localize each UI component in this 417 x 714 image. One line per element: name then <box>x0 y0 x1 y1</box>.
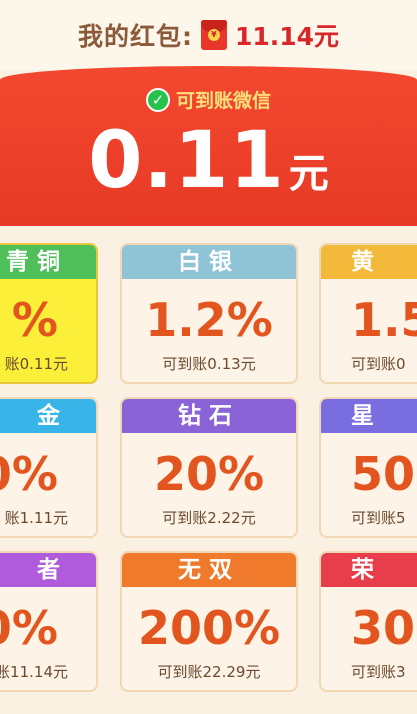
tier-payout: 可到账0 <box>351 355 406 373</box>
tier-payout: 账1.11元 <box>4 509 68 527</box>
tier-title: 者 <box>0 553 96 587</box>
tier-rate: 0% <box>0 447 58 501</box>
tier-card-king[interactable]: 者 0% 账11.14元 <box>0 551 98 692</box>
tier-title: 金 <box>0 399 96 433</box>
withdraw-amount-unit: 元 <box>288 151 329 197</box>
tier-rate: % <box>11 293 58 347</box>
tier-payout: 可到账2.22元 <box>162 509 256 527</box>
tier-payout: 可到账0.13元 <box>162 355 256 373</box>
tier-title: 星 <box>321 399 417 433</box>
tier-rate: 1.5 <box>351 293 417 347</box>
wechat-target-text: 可到账微信 <box>175 90 271 112</box>
tier-rate: 1.2% <box>145 293 273 347</box>
tier-payout: 账11.14元 <box>0 663 68 681</box>
tier-payout: 账0.11元 <box>4 355 68 373</box>
tier-title: 青铜 <box>0 245 96 279</box>
withdraw-banner: ✓ 可到账微信 0.11 元 <box>0 66 417 226</box>
tier-rate: 50 <box>351 447 416 501</box>
tier-card-gold[interactable]: 黄 1.5 可到账0 <box>319 243 417 384</box>
tier-rate: 300 <box>351 601 417 655</box>
tier-card-unmatched[interactable]: 无双 200% 可到账22.29元 <box>120 551 298 692</box>
tier-card-diamond[interactable]: 钻石 20% 可到账2.22元 <box>120 397 298 538</box>
redpacket-balance: 11.14元 <box>234 22 340 51</box>
header-bar: 我的红包: ¥ 11.14元 <box>0 0 417 70</box>
tier-title: 白银 <box>122 245 296 279</box>
tier-card-bronze[interactable]: 青铜 % 账0.11元 <box>0 243 98 384</box>
tier-card-star[interactable]: 星 50 可到账5 <box>319 397 417 538</box>
withdraw-amount-value: 0.11 <box>88 116 285 206</box>
tier-rate: 20% <box>153 447 265 501</box>
tier-title: 无双 <box>122 553 296 587</box>
tier-rate: 200% <box>137 601 281 655</box>
tier-payout: 可到账22.29元 <box>157 663 261 681</box>
tier-title: 黄 <box>321 245 417 279</box>
tier-card-glory[interactable]: 荣 300 可到账3 <box>319 551 417 692</box>
tier-grid: 青铜 % 账0.11元 白银 1.2% 可到账0.13元 黄 1.5 可到账0 … <box>0 226 417 714</box>
tier-card-silver[interactable]: 白银 1.2% 可到账0.13元 <box>120 243 298 384</box>
my-redpacket-label: 我的红包: <box>77 22 193 51</box>
tier-title: 荣 <box>321 553 417 587</box>
check-icon: ✓ <box>145 87 170 112</box>
wechat-target-row: ✓ 可到账微信 <box>0 86 417 113</box>
withdraw-amount: 0.11 元 <box>0 116 417 206</box>
redpacket-icon: ¥ <box>200 20 227 50</box>
tier-payout: 可到账3 <box>351 663 406 681</box>
tier-rate: 0% <box>0 601 58 655</box>
tier-title: 钻石 <box>122 399 296 433</box>
tier-card-platinum[interactable]: 金 0% 账1.11元 <box>0 397 98 538</box>
tier-payout: 可到账5 <box>351 509 406 527</box>
